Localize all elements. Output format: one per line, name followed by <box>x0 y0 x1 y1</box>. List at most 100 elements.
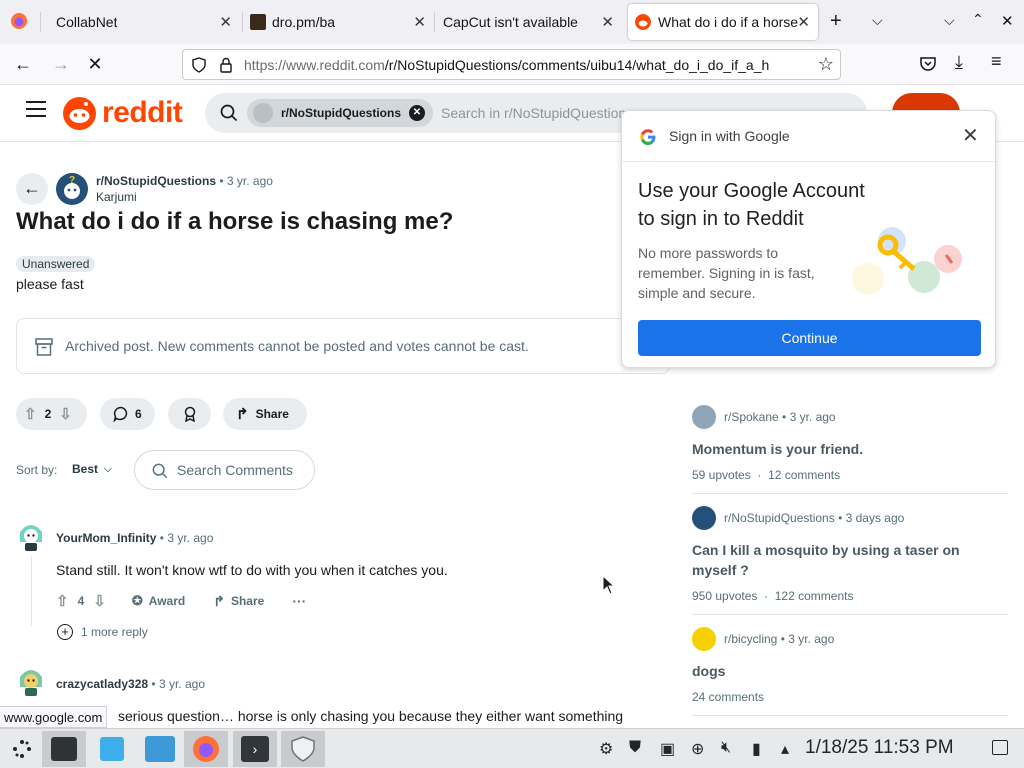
expand-replies-icon[interactable]: + <box>57 624 73 640</box>
sidebar-subreddit[interactable]: r/bicycling <box>724 632 777 646</box>
meta-separator: • <box>834 511 846 525</box>
chip-label: r/NoStupidQuestions <box>281 106 401 120</box>
comment-author[interactable]: YourMom_Infinity <box>56 531 156 545</box>
new-tab-button[interactable]: + <box>830 10 842 33</box>
firefox-icon <box>193 736 219 762</box>
url-text[interactable]: https://www.reddit.com/r/NoStupidQuestio… <box>244 57 804 73</box>
menu-hamburger-icon[interactable]: ≡ <box>991 51 1002 72</box>
comment-award-button[interactable]: Award <box>149 594 185 608</box>
more-replies-link[interactable]: 1 more reply <box>81 625 148 639</box>
sidebar-post-title[interactable]: Can I kill a mosquito by using a taser o… <box>692 540 982 580</box>
sort-label: Sort by: <box>16 463 58 477</box>
back-button[interactable]: ← <box>16 173 48 205</box>
close-tab-icon[interactable]: ✕ <box>601 13 614 31</box>
tab-dro-pm[interactable]: dro.pm/ba ✕ <box>244 4 434 40</box>
taskbar-settings-app[interactable] <box>42 731 86 767</box>
forward-arrow-icon[interactable]: → <box>48 52 74 76</box>
network-tray-icon[interactable]: ⚙ <box>599 739 613 759</box>
sort-dropdown[interactable]: Best ⌵ <box>72 462 112 476</box>
taskbar-files-app[interactable] <box>138 731 182 767</box>
popup-heading-line1: Use your Google Account <box>638 180 865 202</box>
list-tabs-chevron-icon[interactable]: ⌵ <box>872 12 883 29</box>
post-flair[interactable]: Unanswered <box>16 256 96 272</box>
sidebar-divider <box>692 715 1008 716</box>
post-subreddit-link[interactable]: r/NoStupidQuestions <box>96 174 216 188</box>
update-tray-icon[interactable]: ⊕ <box>691 739 704 759</box>
subreddit-avatar[interactable]: ? <box>56 173 88 205</box>
award-button[interactable] <box>168 398 211 430</box>
search-subreddit-chip[interactable]: r/NoStupidQuestions ✕ <box>247 99 433 127</box>
browser-tab-strip: CollabNet ✕ dro.pm/ba ✕ CapCut isn't ava… <box>0 0 1024 44</box>
maximize-window-icon[interactable]: ⌃ <box>972 11 984 28</box>
reddit-logo[interactable]: reddit <box>63 96 183 130</box>
sidebar-post-3[interactable]: r/bicycling • 3 yr. ago dogs 24 comments <box>692 627 1008 704</box>
close-tab-icon[interactable]: ✕ <box>413 13 426 31</box>
post-body: please fast <box>16 276 84 292</box>
remove-chip-icon[interactable]: ✕ <box>409 105 425 121</box>
sidebar-post-2[interactable]: r/NoStupidQuestions • 3 days ago Can I k… <box>692 506 1008 603</box>
search-comments-input[interactable]: Search Comments <box>134 450 315 490</box>
clipboard-tray-icon[interactable]: ▣ <box>660 739 675 759</box>
upvote-arrow-icon[interactable]: ⇧ <box>24 405 37 423</box>
downvote-arrow-icon[interactable]: ⇩ <box>93 592 106 610</box>
sidebar-subreddit[interactable]: r/NoStupidQuestions <box>724 511 835 525</box>
url-bar[interactable]: https://www.reddit.com/r/NoStupidQuestio… <box>182 49 841 80</box>
share-button[interactable]: ↱ Share <box>223 398 307 430</box>
comment-share-button[interactable]: Share <box>231 594 264 608</box>
comment-thread-line[interactable] <box>31 556 32 626</box>
share-arrow-icon[interactable]: ↱ <box>213 593 225 610</box>
tab-reddit-active[interactable]: What do i do if a horse ✕ <box>628 4 818 40</box>
show-desktop-icon[interactable] <box>992 740 1008 755</box>
sidebar-subreddit[interactable]: r/Spokane <box>724 410 779 424</box>
hamburger-menu-icon[interactable] <box>26 101 46 117</box>
sidebar-post-title[interactable]: Momentum is your friend. <box>692 439 1008 459</box>
sort-value: Best <box>72 462 99 476</box>
volume-muted-icon[interactable]: 🔇︎ <box>721 739 731 757</box>
comment-avatar[interactable] <box>16 665 46 697</box>
tab-capcut[interactable]: CapCut isn't available ✕ <box>436 4 622 40</box>
award-ribbon-icon[interactable]: ✪ <box>132 593 143 609</box>
popup-close-icon[interactable]: ✕ <box>962 123 979 148</box>
taskbar-store-app[interactable] <box>90 731 134 767</box>
taskbar-firefox-app[interactable] <box>184 731 228 767</box>
reddit-favicon-icon <box>635 14 651 30</box>
security-tray-icon[interactable]: ⛊ <box>629 739 641 757</box>
folder-icon <box>145 736 175 762</box>
subreddit-avatar-icon <box>692 506 716 530</box>
lock-icon[interactable] <box>219 57 233 73</box>
close-tab-icon[interactable]: ✕ <box>219 13 232 31</box>
taskbar-shield-app[interactable] <box>281 731 325 767</box>
comment-count: 6 <box>135 407 142 421</box>
post-author[interactable]: Karjumi <box>96 190 137 204</box>
sidebar-post-title[interactable]: dogs <box>692 661 1008 681</box>
pocket-icon[interactable] <box>919 55 937 73</box>
battery-icon[interactable]: ▮ <box>752 739 761 759</box>
tracking-shield-icon[interactable] <box>191 57 207 73</box>
tray-expand-icon[interactable]: ▴ <box>781 739 789 759</box>
post-title: What do i do if a horse is chasing me? <box>16 208 454 235</box>
downloads-icon[interactable]: ⤓ <box>955 52 963 73</box>
tab-collabnet[interactable]: CollabNet ✕ <box>44 4 240 40</box>
vote-pill: ⇧ 2 ⇩ <box>16 398 87 430</box>
bookmark-star-icon[interactable]: ☆ <box>818 54 834 75</box>
upvote-arrow-icon[interactable]: ⇧ <box>56 592 69 610</box>
taskbar-terminal-app[interactable]: › <box>233 731 277 767</box>
system-clock[interactable]: 1/18/25 11:53 PM <box>805 737 954 759</box>
user-avatar-icon <box>20 670 42 696</box>
close-window-icon[interactable]: ✕ <box>1001 12 1014 30</box>
close-tab-icon[interactable]: ✕ <box>797 13 810 31</box>
more-options-icon[interactable]: ··· <box>292 593 306 609</box>
minimize-window-icon[interactable]: ⌵ <box>944 12 955 29</box>
firefox-view-button[interactable] <box>10 12 30 32</box>
continue-button[interactable]: Continue <box>638 320 981 356</box>
downvote-arrow-icon[interactable]: ⇩ <box>59 405 72 423</box>
back-arrow-icon[interactable]: ← <box>10 52 36 76</box>
app-launcher-icon[interactable] <box>0 731 44 767</box>
stop-loading-icon[interactable]: ✕ <box>82 52 108 76</box>
sidebar-post-1[interactable]: r/Spokane • 3 yr. ago Momentum is your f… <box>692 405 1008 482</box>
comment-avatar[interactable] <box>16 520 46 552</box>
comment-author[interactable]: crazycatlady328 <box>56 677 148 691</box>
search-icon <box>152 463 168 479</box>
popup-body-text: No more passwords to remember. Signing i… <box>638 245 815 301</box>
comments-button[interactable]: 6 <box>100 398 155 430</box>
